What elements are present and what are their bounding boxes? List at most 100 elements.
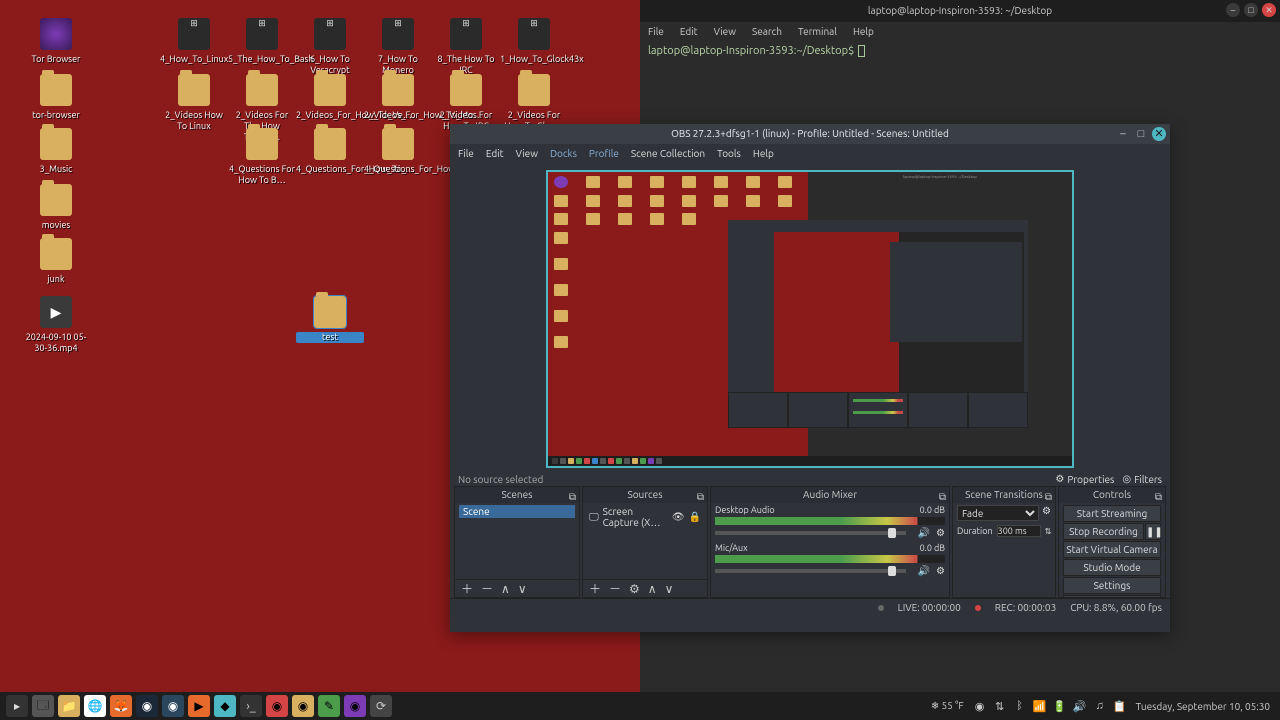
tray-music-icon[interactable]: ♫ — [1092, 698, 1108, 714]
desktop-icon[interactable]: Tor Browser — [22, 18, 90, 65]
play-icon[interactable]: ▶ — [188, 695, 210, 717]
remove-icon[interactable]: － — [481, 580, 493, 597]
tor-icon[interactable]: ◉ — [344, 695, 366, 717]
menu-item[interactable]: Docks — [550, 148, 577, 159]
tray-note-icon[interactable]: 📋 — [1112, 698, 1128, 714]
desktop-icon[interactable]: 4_Questions_For_How_To_… — [364, 128, 432, 175]
lock-icon[interactable]: 🔒 — [689, 511, 701, 523]
desktop-icon[interactable]: ⊞4_How_To_Linux — [160, 18, 228, 65]
tray-bt-icon[interactable]: ᛒ — [1012, 698, 1028, 714]
desktop-icon[interactable]: junk — [22, 238, 90, 285]
speaker-icon[interactable]: 🔊 — [918, 565, 930, 577]
desktop-icon[interactable]: ⊞8_The How To IRC — [432, 18, 500, 76]
up-icon[interactable]: ∧ — [501, 582, 510, 596]
desktop-icon[interactable]: 4_Questions For How To B… — [228, 128, 296, 186]
popout-icon[interactable]: ⧉ — [1045, 489, 1052, 505]
transition-select[interactable]: Fade — [957, 505, 1039, 521]
tray-battery-icon[interactable]: 🔋 — [1052, 698, 1068, 714]
filters-button[interactable]: ◎ Filters — [1122, 473, 1162, 485]
steam-icon[interactable]: ◉ — [136, 695, 158, 717]
down-icon[interactable]: ∨ — [518, 582, 527, 596]
preview-canvas[interactable]: laptop@laptop-Inspiron-3593: ~/Desktop ▷ — [546, 170, 1074, 468]
tray-net-icon[interactable]: ⇅ — [992, 698, 1008, 714]
desktop-icon[interactable]: 2_Videos_For_How_To_Ve… — [296, 74, 364, 121]
exit-button[interactable]: Exit — [1063, 595, 1161, 597]
minimize-icon[interactable]: – — [1226, 3, 1240, 17]
popout-icon[interactable]: ⧉ — [697, 489, 704, 505]
desktop-icon[interactable]: 2_Videos For How To IRC — [432, 74, 500, 132]
tray-wifi-icon[interactable]: 📶 — [1032, 698, 1048, 714]
firefox-icon[interactable]: 🦊 — [110, 695, 132, 717]
menu-icon[interactable]: ▸ — [6, 695, 28, 717]
gear-icon[interactable]: ⚙ — [1042, 505, 1051, 525]
menu-item[interactable]: View — [714, 26, 736, 37]
stepper-icon[interactable]: ⇅ — [1045, 527, 1052, 536]
menu-item[interactable]: Scene Collection — [631, 148, 705, 159]
maximize-icon[interactable]: □ — [1134, 127, 1148, 141]
desktop-icon[interactable]: ⊞1_How_To_Glock43x — [500, 18, 568, 65]
chrome-icon[interactable]: 🌐 — [84, 695, 106, 717]
steam2-icon[interactable]: ◉ — [162, 695, 184, 717]
virtual-camera-button[interactable]: Start Virtual Camera — [1063, 541, 1161, 558]
close-icon[interactable]: ✕ — [1262, 3, 1276, 17]
desktop-icon[interactable]: movies — [22, 184, 90, 231]
pause-button[interactable]: ❚❚ — [1145, 523, 1161, 540]
desktop-icon[interactable]: 3_Music — [22, 128, 90, 175]
duration-input[interactable] — [997, 525, 1041, 537]
gear-icon[interactable]: ⚙ — [936, 527, 945, 539]
clock[interactable]: Tuesday, September 10, 05:30 — [1132, 701, 1274, 712]
add-icon[interactable]: ＋ — [589, 580, 601, 597]
popout-icon[interactable]: ⧉ — [1155, 489, 1162, 505]
terminal-icon[interactable]: ›_ — [240, 695, 262, 717]
studio-mode-button[interactable]: Studio Mode — [1063, 559, 1161, 576]
menu-item[interactable]: Terminal — [798, 26, 837, 37]
menu-item[interactable]: Edit — [680, 26, 698, 37]
menu-item[interactable]: Tools — [717, 148, 741, 159]
desktop-icon[interactable]: 2_Videos How To Linux — [160, 74, 228, 132]
folder-icon[interactable]: 📁 — [58, 695, 80, 717]
menu-item[interactable]: Help — [853, 26, 874, 37]
gear-icon[interactable]: ⚙ — [936, 565, 945, 577]
desktop-icon[interactable]: 2_Videos_For_How_To_Mo… — [364, 74, 432, 121]
down-icon[interactable]: ∨ — [665, 582, 674, 596]
update-icon[interactable]: ⟳ — [370, 695, 392, 717]
app4-icon[interactable]: ✎ — [318, 695, 340, 717]
terminal-body[interactable]: laptop@laptop-Inspiron-3593:~/Desktop$ — [640, 40, 1280, 61]
close-icon[interactable]: ✕ — [1152, 127, 1166, 141]
desktop-icon[interactable]: ⊞7_How To Monero — [364, 18, 432, 76]
app2-icon[interactable]: ◉ — [266, 695, 288, 717]
app-icon[interactable]: ◆ — [214, 695, 236, 717]
maximize-icon[interactable]: □ — [1244, 3, 1258, 17]
app3-icon[interactable]: ◉ — [292, 695, 314, 717]
menu-item[interactable]: Edit — [486, 148, 504, 159]
eye-icon[interactable]: 👁 — [672, 511, 685, 523]
stop-recording-button[interactable]: Stop Recording — [1063, 523, 1144, 540]
weather-widget[interactable]: ❄ 55 °F — [927, 700, 968, 712]
gear-icon[interactable]: ⚙ — [629, 582, 640, 596]
desktop-icon[interactable]: tor-browser — [22, 74, 90, 121]
properties-button[interactable]: ⚙ Properties — [1055, 473, 1114, 485]
desktop-icon[interactable]: ▶2024-09-10 05-30-36.mp4 — [22, 296, 90, 354]
source-item[interactable]: 🖵 Screen Capture (X… 👁 🔒 — [587, 505, 703, 529]
remove-icon[interactable]: － — [609, 580, 621, 597]
tray-vol-icon[interactable]: 🔊 — [1072, 698, 1088, 714]
volume-slider[interactable] — [715, 531, 906, 535]
desktop-icon[interactable]: test — [296, 296, 364, 343]
start-streaming-button[interactable]: Start Streaming — [1063, 505, 1161, 522]
minimize-icon[interactable]: – — [1116, 127, 1130, 141]
popout-icon[interactable]: ⧉ — [569, 489, 576, 505]
menu-item[interactable]: Help — [753, 148, 774, 159]
add-icon[interactable]: ＋ — [461, 580, 473, 597]
scene-item[interactable]: Scene — [459, 505, 575, 518]
menu-item[interactable]: File — [458, 148, 474, 159]
desktop-icon[interactable]: ⊞5_The_How_To_Bash — [228, 18, 296, 65]
menu-item[interactable]: View — [516, 148, 538, 159]
files-icon[interactable]: 🗔 — [32, 695, 54, 717]
menu-item[interactable]: File — [648, 26, 664, 37]
speaker-icon[interactable]: 🔊 — [918, 527, 930, 539]
desktop-icon[interactable]: ⊞6_How To Veracrypt — [296, 18, 364, 76]
tray-obs-icon[interactable]: ◉ — [972, 698, 988, 714]
up-icon[interactable]: ∧ — [648, 582, 657, 596]
menu-item[interactable]: Search — [752, 26, 782, 37]
settings-button[interactable]: Settings — [1063, 577, 1161, 594]
